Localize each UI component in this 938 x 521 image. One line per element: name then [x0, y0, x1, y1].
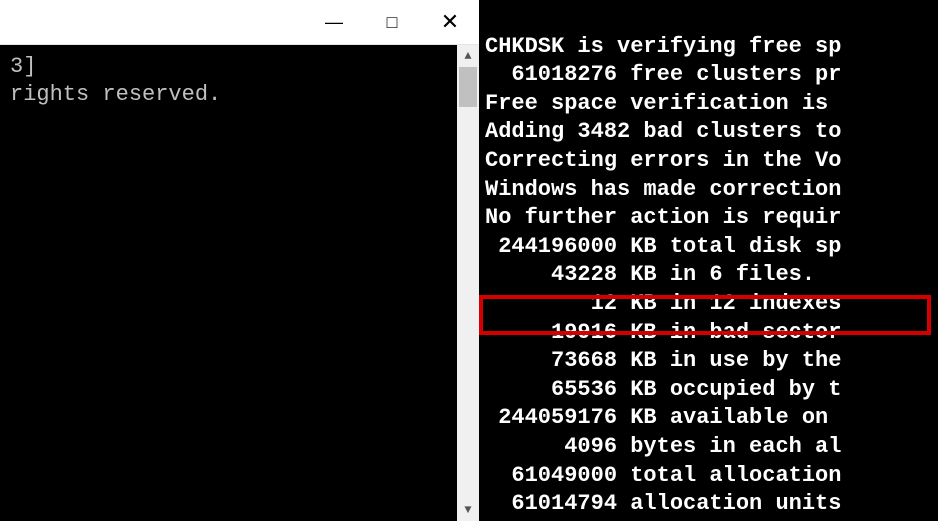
scroll-thumb[interactable] [459, 67, 477, 107]
chkdsk-line: 61049000 total allocation [485, 462, 938, 491]
chkdsk-line: 12 KB in 12 indexes [485, 290, 938, 319]
command-prompt-window: — □ ✕ 3] rights reserved. ▲ ▼ [0, 0, 479, 521]
cmd-line-2: rights reserved. [10, 82, 221, 107]
chkdsk-output: CHKDSK is verifying free sp 61018276 fre… [479, 0, 938, 521]
command-prompt-body: 3] rights reserved. ▲ ▼ [0, 45, 479, 521]
vertical-scrollbar[interactable]: ▲ ▼ [457, 45, 479, 521]
chkdsk-line: Adding 3482 bad clusters to [485, 118, 938, 147]
chkdsk-line: No further action is requir [485, 204, 938, 233]
chkdsk-line: 244059176 KB available on [485, 404, 938, 433]
window-titlebar: — □ ✕ [0, 0, 479, 45]
chkdsk-line: Free space verification is [485, 90, 938, 119]
chkdsk-line: 73668 KB in use by the [485, 347, 938, 376]
maximize-button[interactable]: □ [363, 0, 421, 45]
scroll-up-arrow-icon[interactable]: ▲ [457, 45, 479, 67]
cmd-line-1: 3] [10, 54, 36, 79]
chkdsk-line: 61014794 allocation units [485, 490, 938, 519]
close-button[interactable]: ✕ [421, 0, 479, 45]
chkdsk-line: 4096 bytes in each al [485, 433, 938, 462]
chkdsk-line-bad-sectors: 19916 KB in bad sector [485, 319, 938, 348]
chkdsk-line: 43228 KB in 6 files. [485, 261, 938, 290]
command-output[interactable]: 3] rights reserved. [0, 45, 457, 521]
chkdsk-line: Windows has made correction [485, 176, 938, 205]
chkdsk-line: CHKDSK is verifying free sp [485, 33, 938, 62]
chkdsk-line: 244196000 KB total disk sp [485, 233, 938, 262]
chkdsk-line: Correcting errors in the Vo [485, 147, 938, 176]
chkdsk-line: 61018276 free clusters pr [485, 61, 938, 90]
minimize-button[interactable]: — [305, 0, 363, 45]
chkdsk-line: 65536 KB occupied by t [485, 376, 938, 405]
scroll-down-arrow-icon[interactable]: ▼ [457, 499, 479, 521]
